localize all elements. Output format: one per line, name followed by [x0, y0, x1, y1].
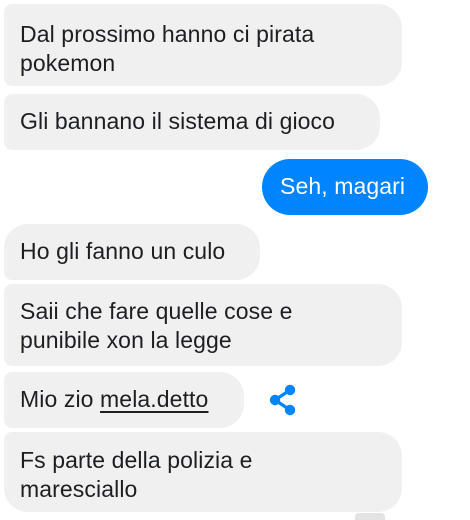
message-bubble[interactable]: Gli bannano il sistema di gioco [4, 94, 380, 150]
message-text: Ho gli fanno un culo [20, 238, 226, 264]
message-bubble[interactable]: Ho gli fanno un culo [4, 224, 260, 280]
message-text: Seh, magari [280, 173, 406, 199]
chat-thread: Dal prossimo hanno ci pirata pokemon Gli… [0, 0, 470, 520]
message-text: Mio zio [20, 386, 101, 412]
message-bubble-outgoing[interactable]: Seh, magari [262, 159, 428, 215]
message-text-line: Saii che fare quelle cose e [20, 298, 293, 324]
share-icon[interactable] [266, 383, 300, 417]
message-text-line: Fs parte della polizia e [20, 447, 253, 473]
message-bubble[interactable]: Dal prossimo hanno ci pirata pokemon [4, 4, 402, 86]
message-bubble[interactable]: Saii che fare quelle cose e punibile xon… [4, 284, 402, 366]
message-text: Gli bannano il sistema di gioco [20, 108, 336, 134]
message-bubble[interactable]: Mio zio mela.detto [4, 372, 244, 428]
message-bubble[interactable]: Fs parte della polizia e maresciallo [4, 432, 402, 512]
message-text-line: Dal prossimo hanno ci pirata [20, 21, 315, 47]
message-text-line: punibile xon la legge [20, 327, 232, 353]
message-text-line: pokemon [20, 50, 116, 76]
message-text-line: maresciallo [20, 476, 138, 502]
message-link[interactable]: mela.detto [100, 386, 208, 412]
partial-element [355, 513, 385, 520]
